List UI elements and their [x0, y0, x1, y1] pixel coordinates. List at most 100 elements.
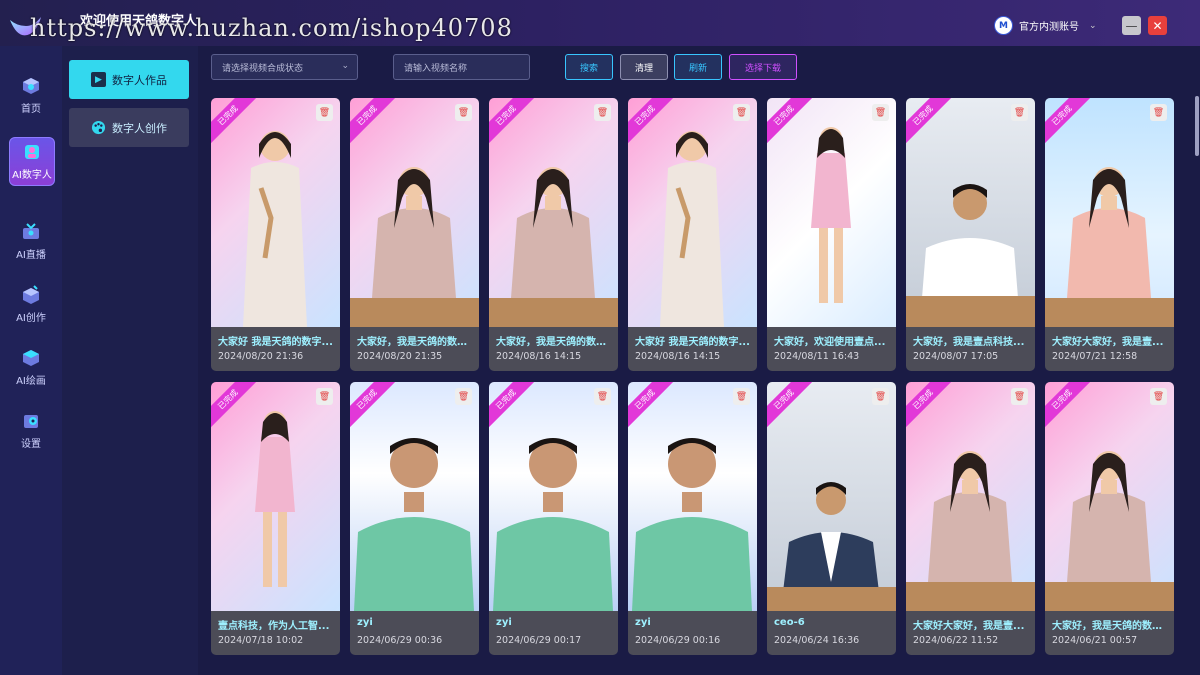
settings-icon: [24, 415, 38, 428]
avatar-figure: [350, 167, 479, 327]
video-date: 2024/08/16 14:15: [635, 351, 721, 362]
delete-icon[interactable]: 🗑: [1011, 104, 1028, 121]
video-card[interactable]: 已完成 🗑 大家好，欢迎使用壹点... 2024/08/11 16:43: [767, 98, 896, 371]
avatar-figure: [255, 411, 295, 587]
clear-button[interactable]: 清理: [620, 54, 668, 80]
video-thumbnail[interactable]: 已完成 🗑: [628, 98, 757, 327]
video-card[interactable]: 已完成 🗑 大家好，我是天鸽的数字... 2024/06/21 00:57: [1045, 382, 1174, 655]
video-title: 大家好大家好，我是壹...: [913, 621, 1025, 632]
rail-item-settings[interactable]: 设置: [9, 411, 53, 450]
delete-icon[interactable]: 🗑: [1150, 104, 1167, 121]
video-thumbnail[interactable]: 已完成 🗑: [767, 98, 896, 327]
batch-download-button[interactable]: 选择下载: [729, 54, 797, 80]
video-card[interactable]: 已完成 🗑 大家好大家好，我是壹... 2024/07/21 12:58: [1045, 98, 1174, 371]
video-card[interactable]: 已完成 🗑 zyi 2024/06/29 00:36: [350, 382, 479, 655]
scrollbar[interactable]: [1195, 96, 1199, 156]
rail-item-ai-create[interactable]: AI创作: [9, 285, 53, 324]
rail-item-ai-digital-human[interactable]: AI数字人: [9, 137, 55, 186]
refresh-button[interactable]: 刷新: [674, 54, 722, 80]
close-button[interactable]: ✕: [1148, 16, 1167, 35]
video-title: zyi: [496, 617, 512, 628]
video-card[interactable]: 已完成 🗑 大家好大家好，我是壹... 2024/06/22 11:52: [906, 382, 1035, 655]
avatar-figure: [1045, 451, 1174, 611]
tab-label: 数字人创作: [112, 121, 167, 135]
video-title: 大家好 我是天鸽的数字...: [635, 337, 750, 348]
rail-item-ai-live[interactable]: AI直播: [9, 222, 53, 261]
tab-digital-human-works[interactable]: ▶ 数字人作品: [69, 60, 189, 99]
rail-item-ai-paint[interactable]: AI绘画: [9, 348, 53, 387]
tab-digital-human-create[interactable]: 数字人创作: [69, 108, 189, 147]
video-title: 大家好，我是天鸽的数字...: [1052, 621, 1169, 632]
video-thumbnail[interactable]: 已完成 🗑: [489, 98, 618, 327]
delete-icon[interactable]: 🗑: [733, 104, 750, 121]
avatar-figure: [489, 167, 618, 327]
video-thumbnail[interactable]: 已完成 🗑: [1045, 382, 1174, 611]
video-card[interactable]: 已完成 🗑 大家好 我是天鸽的数字... 2024/08/16 14:15: [628, 98, 757, 371]
video-thumbnail[interactable]: 已完成 🗑: [350, 382, 479, 611]
video-card[interactable]: 已完成 🗑 大家好，我是壹点科技... 2024/08/07 17:05: [906, 98, 1035, 371]
delete-icon[interactable]: 🗑: [594, 104, 611, 121]
avatar-figure: [632, 438, 752, 611]
video-thumbnail[interactable]: 已完成 🗑: [767, 382, 896, 611]
video-title: 大家好 我是天鸽的数字...: [218, 337, 333, 348]
video-title: 大家好，我是壹点科技...: [913, 337, 1025, 348]
account-menu[interactable]: M 官方内测账号 ⌄: [994, 16, 1097, 35]
video-card[interactable]: 已完成 🗑 zyi 2024/06/29 00:17: [489, 382, 618, 655]
video-thumbnail[interactable]: 已完成 🗑: [628, 382, 757, 611]
video-date: 2024/06/29 00:16: [635, 635, 721, 646]
video-name-input[interactable]: 请输入视频名称: [393, 54, 530, 80]
rail-item-home[interactable]: 首页: [9, 76, 53, 115]
delete-icon[interactable]: 🗑: [872, 388, 889, 405]
video-card[interactable]: 已完成 🗑 大家好，我是天鸽的数字... 2024/08/20 21:35: [350, 98, 479, 371]
avatar-figure: [493, 438, 613, 611]
video-date: 2024/08/07 17:05: [913, 351, 999, 362]
video-thumbnail[interactable]: 已完成 🗑: [906, 98, 1035, 327]
rail-label: AI绘画: [16, 376, 46, 387]
delete-icon[interactable]: 🗑: [872, 104, 889, 121]
video-title: ceo-6: [774, 617, 805, 628]
avatar-figure: [906, 184, 1035, 327]
video-date: 2024/06/22 11:52: [913, 635, 999, 646]
video-card[interactable]: 已完成 🗑 壹点科技，作为人工智... 2024/07/18 10:02: [211, 382, 340, 655]
delete-icon[interactable]: 🗑: [594, 388, 611, 405]
delete-icon[interactable]: 🗑: [316, 104, 333, 121]
delete-icon[interactable]: 🗑: [1011, 388, 1028, 405]
video-card[interactable]: 已完成 🗑 大家好，我是天鸽的数字... 2024/08/16 14:15: [489, 98, 618, 371]
video-thumbnail[interactable]: 已完成 🗑: [350, 98, 479, 327]
filter-toolbar: 请选择视频合成状态 ⌄ 请输入视频名称 搜索 清理 刷新 选择下载: [211, 54, 1191, 82]
video-date: 2024/08/20 21:35: [357, 351, 443, 362]
title-bar: 欢迎使用天鸽数字人 https://www.huzhan.com/ishop40…: [0, 0, 1200, 46]
search-button[interactable]: 搜索: [565, 54, 613, 80]
video-date: 2024/08/16 14:15: [496, 351, 582, 362]
home-icon: [23, 78, 39, 94]
watermark-text: https://www.huzhan.com/ishop40708: [30, 14, 513, 42]
delete-icon[interactable]: 🗑: [733, 388, 750, 405]
video-title: zyi: [357, 617, 373, 628]
delete-icon[interactable]: 🗑: [455, 104, 472, 121]
video-card[interactable]: 已完成 🗑 zyi 2024/06/29 00:16: [628, 382, 757, 655]
video-title: 大家好，欢迎使用壹点...: [774, 337, 886, 348]
tab-label: 数字人作品: [112, 73, 167, 87]
video-thumbnail[interactable]: 已完成 🗑: [1045, 98, 1174, 327]
main-content: 请选择视频合成状态 ⌄ 请输入视频名称 搜索 清理 刷新 选择下载 已完成 🗑 大家…: [198, 46, 1200, 675]
rail-label: AI数字人: [12, 170, 52, 181]
video-card[interactable]: 已完成 🗑 ceo-6 2024/06/24 16:36: [767, 382, 896, 655]
video-title: 大家好，我是天鸽的数字...: [357, 337, 474, 348]
video-card[interactable]: 已完成 🗑 大家好 我是天鸽的数字... 2024/08/20 21:36: [211, 98, 340, 371]
delete-icon[interactable]: 🗑: [316, 388, 333, 405]
video-thumbnail[interactable]: 已完成 🗑: [489, 382, 618, 611]
delete-icon[interactable]: 🗑: [455, 388, 472, 405]
status-select[interactable]: 请选择视频合成状态 ⌄: [211, 54, 358, 80]
chevron-down-icon: ⌄: [1089, 20, 1097, 31]
video-title: 大家好大家好，我是壹...: [1052, 337, 1164, 348]
delete-icon[interactable]: 🗑: [1150, 388, 1167, 405]
status-select-placeholder: 请选择视频合成状态: [222, 63, 304, 74]
live-icon: [23, 223, 39, 239]
video-thumbnail[interactable]: 已完成 🗑: [906, 382, 1035, 611]
video-thumbnail[interactable]: 已完成 🗑: [211, 382, 340, 611]
rail-label: 首页: [21, 104, 41, 115]
video-thumbnail[interactable]: 已完成 🗑: [211, 98, 340, 327]
chevron-down-icon: ⌄: [341, 61, 349, 71]
minimize-button[interactable]: —: [1122, 16, 1141, 35]
avatar-figure: [243, 131, 307, 327]
